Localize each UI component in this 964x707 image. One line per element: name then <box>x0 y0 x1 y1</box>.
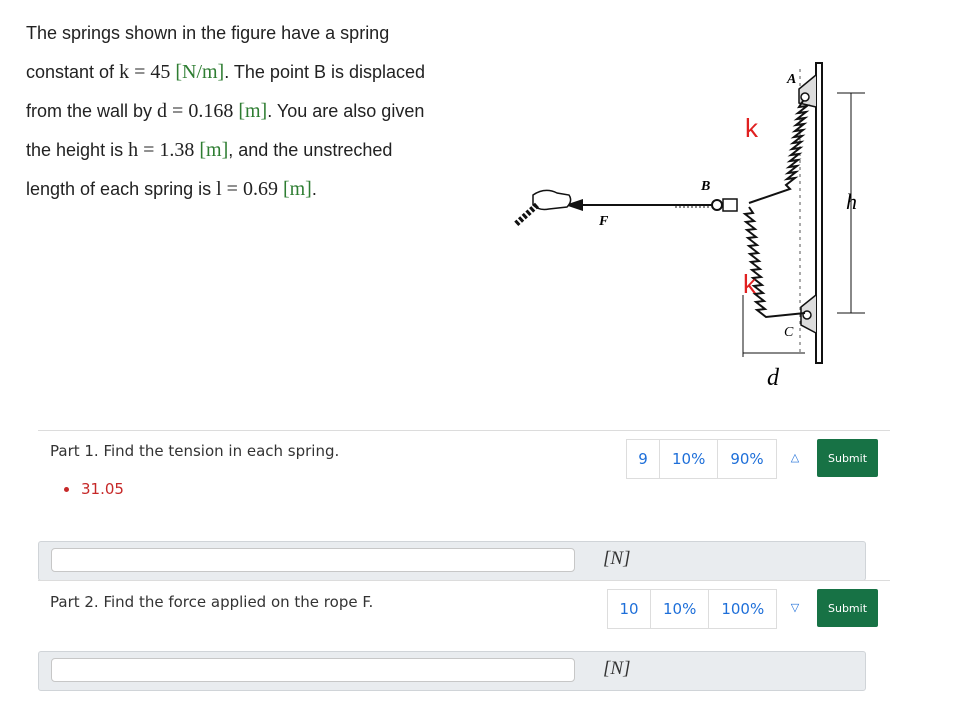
clip-b <box>722 198 738 212</box>
part-1-submit-button[interactable]: Submit <box>817 439 878 477</box>
problem-statement: The springs shown in the figure have a s… <box>26 14 446 209</box>
part-1: Part 1. Find the tension in each spring.… <box>38 430 890 541</box>
part-2-unit: [N] <box>603 658 631 679</box>
part-2-stats: 10 10% 100% <box>607 589 778 629</box>
d-unit: [m] <box>238 100 268 122</box>
part-1-stats: 9 10% 90% <box>626 439 777 479</box>
hand-icon <box>532 189 572 211</box>
part-1-toggle-icon[interactable]: △ <box>775 451 815 464</box>
ring-b <box>711 199 723 211</box>
part-2-toggle-icon[interactable]: ▽ <box>775 601 815 614</box>
label-b: B <box>700 179 710 194</box>
label-f: F <box>598 214 609 229</box>
spring-figure: A C B F k k h d <box>512 62 865 391</box>
part-1-title: Part 1. Find the tension in each spring. <box>50 442 340 460</box>
label-a: A <box>786 72 796 87</box>
part-2-stat-1: 10% <box>651 590 710 628</box>
part-1-answer-box: [N] <box>38 541 866 581</box>
part-2-answer-input[interactable] <box>51 658 575 682</box>
pin-a <box>800 92 810 102</box>
k-expression: k = 45 <box>119 61 176 83</box>
h-expression: h = 1.38 <box>128 139 200 161</box>
part-1-stat-1: 10% <box>660 440 719 478</box>
bullet-icon <box>64 487 69 492</box>
part-1-previous-answers: 31.05 <box>64 480 124 498</box>
wall <box>815 62 823 364</box>
problem-text-5: . <box>311 179 317 199</box>
h-unit: [m] <box>199 139 229 161</box>
d-expression: d = 0.168 <box>157 100 239 122</box>
part-1-attempts: 9 <box>627 440 660 478</box>
rope-tail <box>512 202 540 228</box>
part-2-title: Part 2. Find the force applied on the ro… <box>50 593 374 611</box>
label-k-top: k <box>745 113 759 143</box>
label-h: h <box>846 189 857 214</box>
part-1-unit: [N] <box>603 548 631 569</box>
part-2-answer-box: [N] <box>38 651 866 691</box>
label-c: C <box>784 325 794 340</box>
spring-lower <box>742 206 806 319</box>
label-d: d <box>767 365 780 391</box>
l-unit: [m] <box>282 178 312 200</box>
part-2-stat-2: 100% <box>721 600 765 618</box>
label-k-bottom: k <box>743 269 757 299</box>
part-2: Part 2. Find the force applied on the ro… <box>38 580 890 651</box>
part-1-previous-answer: 31.05 <box>81 480 124 498</box>
l-expression: l = 0.69 <box>216 178 283 200</box>
part-1-stat-2: 90% <box>730 450 764 468</box>
k-unit: [N/m] <box>175 61 225 83</box>
part-1-answer-input[interactable] <box>51 548 575 572</box>
part-2-submit-button[interactable]: Submit <box>817 589 878 627</box>
part-2-attempts: 10 <box>608 590 651 628</box>
